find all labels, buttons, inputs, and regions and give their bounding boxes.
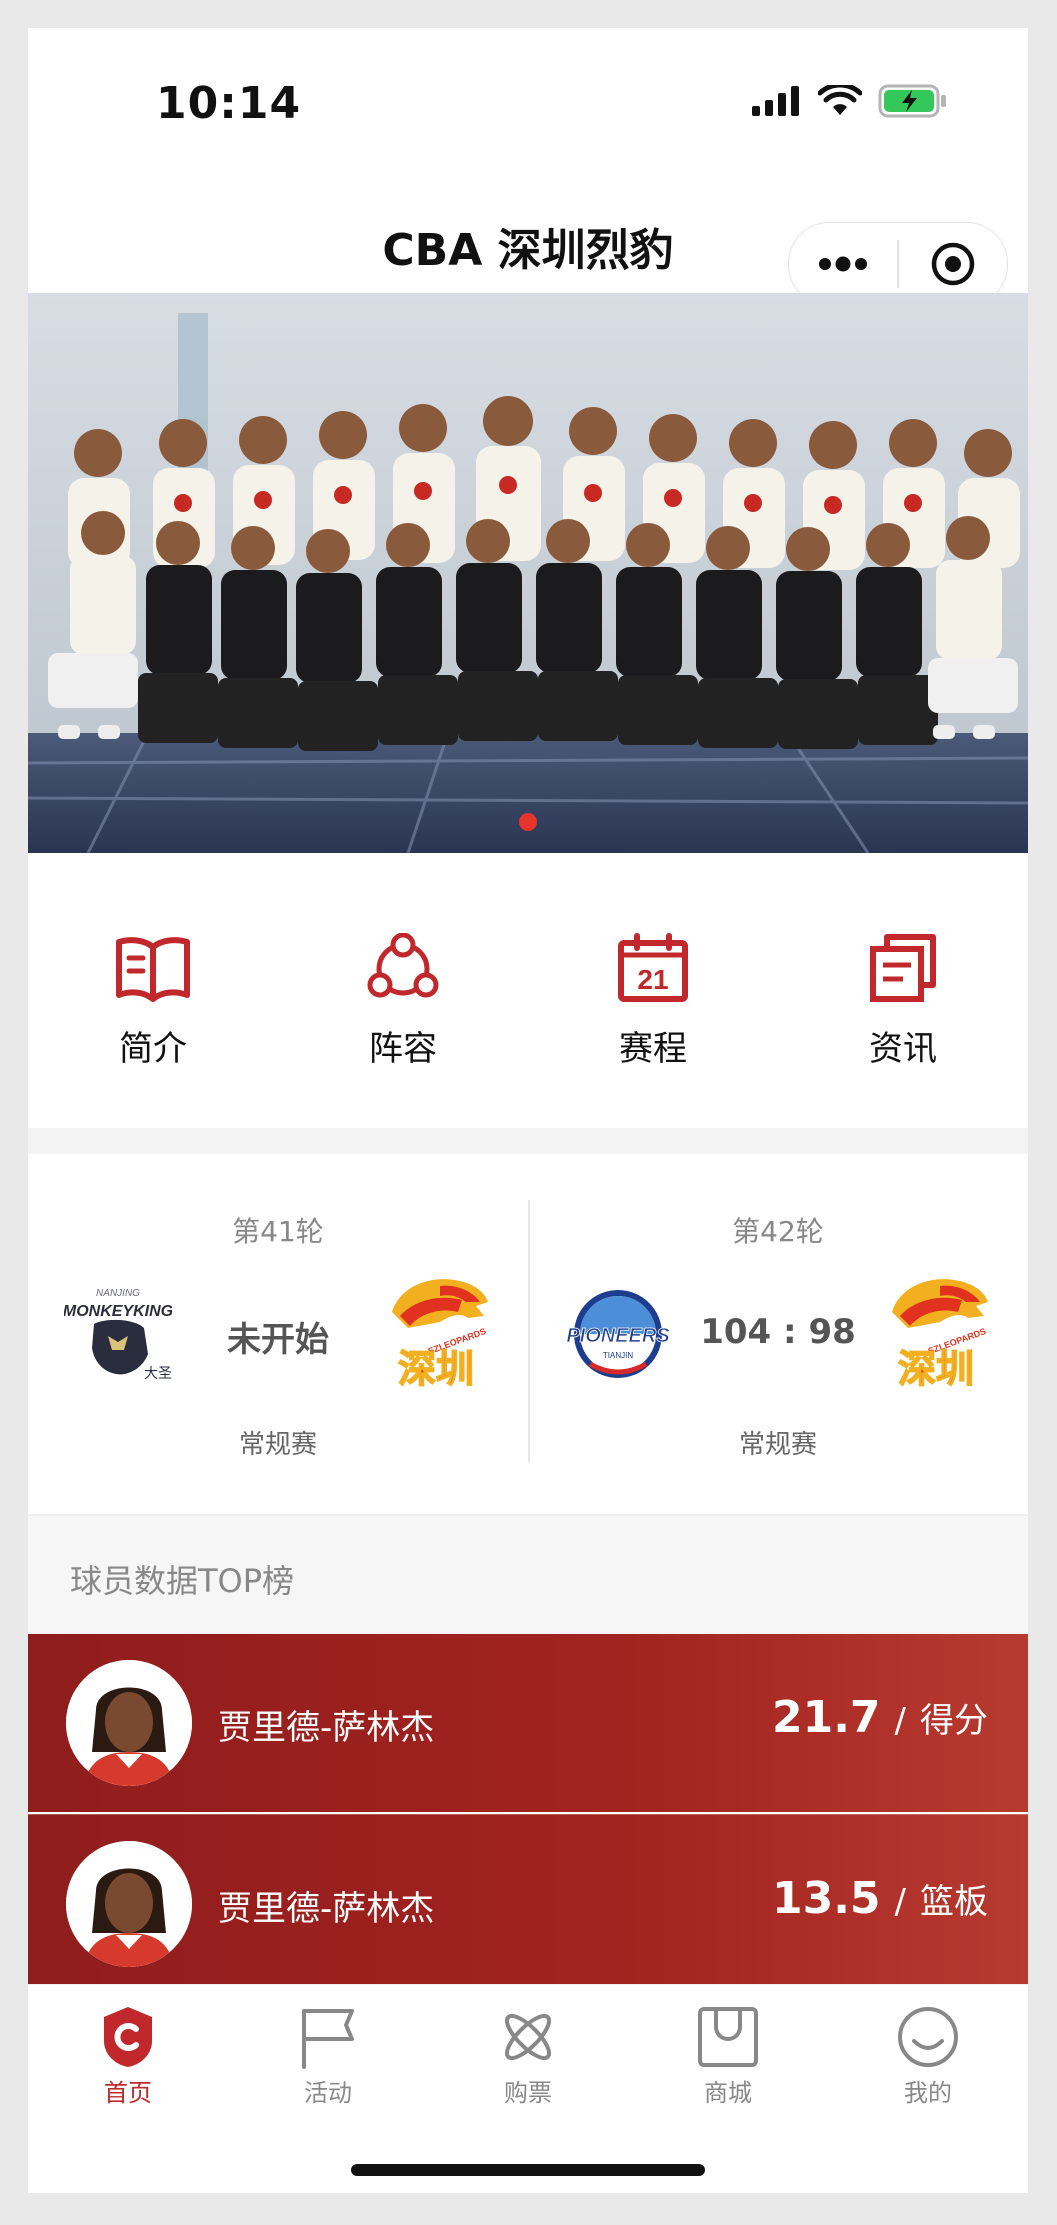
tab-label-mine: 我的 <box>904 2079 952 2107</box>
player-stat: 13.5 / 篮板 <box>772 1873 988 1924</box>
svg-text:深圳: 深圳 <box>898 1347 974 1390</box>
news-icon <box>870 934 936 1002</box>
stat-separator: / <box>894 1882 906 1922</box>
phone-screen: 10:14 CBA 深圳烈豹 简介 阵容 21 赛程 资讯 第41轮 NANJI… <box>28 28 1028 2193</box>
svg-text:深圳: 深圳 <box>398 1347 474 1390</box>
team-icon <box>367 933 439 998</box>
book-icon <box>116 937 190 1002</box>
player-name: 贾里德-萨林杰 <box>218 1889 435 1929</box>
menu-item-intro[interactable]: 简介 <box>28 853 278 1128</box>
tab-shop[interactable]: 商城 <box>628 2005 828 2125</box>
carousel-dot-active[interactable] <box>519 813 537 831</box>
toplist-title: 球员数据TOP榜 <box>70 1562 295 1600</box>
svg-text:大圣: 大圣 <box>144 1366 172 1382</box>
player-row-rebounds[interactable]: 贾里德-萨林杰 13.5 / 篮板 <box>28 1814 1028 1993</box>
match-round: 第42轮 <box>732 1215 824 1248</box>
stat-value: 21.7 <box>771 1692 881 1743</box>
match-stage: 常规赛 <box>238 1430 317 1460</box>
tab-label-tickets: 购票 <box>504 2079 552 2107</box>
carousel-indicator <box>28 813 1028 831</box>
player-avatar <box>66 1841 192 1967</box>
tab-mine[interactable]: 我的 <box>828 2005 1028 2125</box>
status-bar: 10:14 <box>28 28 1028 178</box>
menu-label-news: 资讯 <box>869 1029 937 1069</box>
section-divider <box>28 1128 1028 1154</box>
player-name: 贾里德-萨林杰 <box>218 1708 435 1748</box>
menu-item-news[interactable]: 资讯 <box>778 853 1028 1128</box>
svg-text:NANJING: NANJING <box>96 1288 140 1299</box>
toplist-header: 球员数据TOP榜 <box>28 1516 1028 1634</box>
player-avatar <box>66 1660 192 1786</box>
stat-label: 得分 <box>920 1701 988 1741</box>
tab-activity[interactable]: 活动 <box>228 2005 428 2125</box>
player-row-points[interactable]: 贾里德-萨林杰 21.7 / 得分 <box>28 1634 1028 1812</box>
calendar-icon: 21 <box>618 933 688 1002</box>
player-photo <box>66 1841 192 1967</box>
shop-bag-icon <box>698 2007 758 2067</box>
tab-label-home: 首页 <box>104 2079 152 2107</box>
shenzhen-leopards-logo: SZLEOPARDS 深圳 <box>392 1279 488 1390</box>
home-shield-icon <box>104 2007 152 2067</box>
tab-label-activity: 活动 <box>304 2079 352 2107</box>
menu-label-roster: 阵容 <box>369 1029 437 1069</box>
menu-label-schedule: 赛程 <box>619 1029 687 1069</box>
signal-icon <box>752 86 799 116</box>
match-stage: 常规赛 <box>738 1430 817 1460</box>
banner-carousel[interactable] <box>28 293 1028 853</box>
svg-text:TIANJIN: TIANJIN <box>603 1351 633 1360</box>
status-time: 10:14 <box>156 78 302 129</box>
smile-icon <box>898 2007 958 2067</box>
more-dots-icon <box>819 256 868 272</box>
calendar-date-text: 21 <box>637 964 668 995</box>
flag-icon <box>302 2009 354 2069</box>
tab-home[interactable]: 首页 <box>28 2005 228 2125</box>
match-card-round42[interactable]: 第42轮 PIONEERS TIANJIN 104 : 98 SZLEOPARD… <box>528 1154 1028 1514</box>
tab-bar: 首页 活动 购票 商城 我的 <box>28 1984 1028 2193</box>
target-close-icon <box>931 242 975 286</box>
home-indicator[interactable] <box>351 2164 705 2176</box>
team-photo-image <box>28 293 1028 853</box>
menu-item-roster[interactable]: 阵容 <box>278 853 528 1128</box>
player-stat: 21.7 / 得分 <box>772 1692 988 1743</box>
battery-charging-icon <box>878 84 946 118</box>
stat-separator: / <box>894 1701 906 1741</box>
match-cards: 第41轮 NANJING MONKEYKING 大圣 未开始 SZLEOPARD… <box>28 1154 1028 1514</box>
wifi-icon <box>818 85 862 115</box>
menu-label-intro: 简介 <box>119 1029 187 1069</box>
shenzhen-leopards-logo: SZLEOPARDS 深圳 <box>892 1279 988 1390</box>
match-round: 第41轮 <box>232 1215 324 1248</box>
quick-menu: 简介 阵容 21 赛程 资讯 <box>28 853 1028 1128</box>
stat-label: 篮板 <box>920 1882 988 1922</box>
tab-label-shop: 商城 <box>704 2079 752 2107</box>
stat-value: 13.5 <box>771 1873 881 1924</box>
status-icons <box>752 84 948 118</box>
player-photo <box>66 1660 192 1786</box>
match-divider <box>528 1200 530 1462</box>
ticket-icon <box>504 2013 552 2061</box>
menu-item-schedule[interactable]: 21 赛程 <box>528 853 778 1128</box>
tab-tickets[interactable]: 购票 <box>428 2005 628 2125</box>
match-card-round41[interactable]: 第41轮 NANJING MONKEYKING 大圣 未开始 SZLEOPARD… <box>28 1154 528 1514</box>
